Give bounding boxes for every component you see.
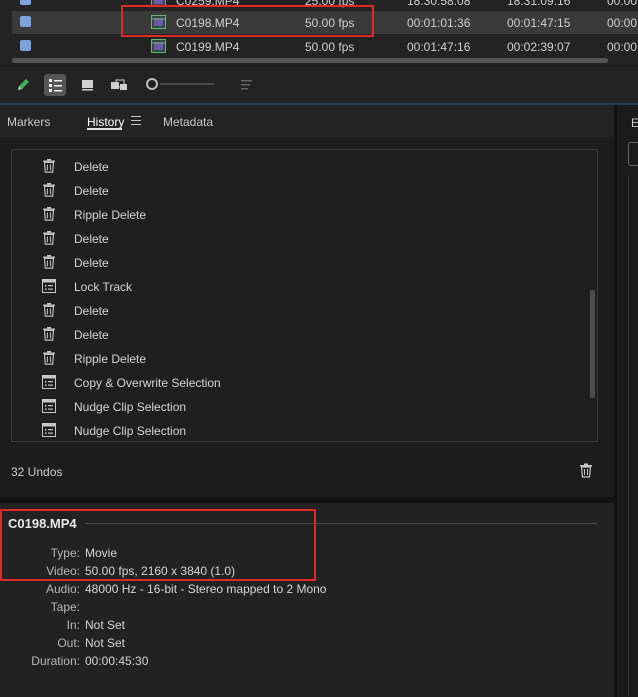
history-scrollbar[interactable]: [590, 290, 595, 398]
history-item[interactable]: Delete: [42, 302, 562, 322]
icon-view-icon[interactable]: [77, 74, 99, 96]
clip-in: 00:01:01:36: [407, 16, 471, 30]
list-panel-icon: [42, 423, 56, 437]
history-item-label: Ripple Delete: [74, 352, 147, 366]
history-item[interactable]: Delete: [42, 158, 562, 178]
clip-duration: 00:00:: [607, 16, 638, 30]
history-item[interactable]: Delete: [42, 182, 562, 202]
clip-duration: 00:00:: [607, 0, 638, 8]
history-item[interactable]: Copy & Overwrite Selection: [42, 374, 562, 394]
highlight-box-selected-clip: [121, 5, 374, 37]
clip-out: 00:01:47:15: [507, 16, 571, 30]
trash-icon: [42, 183, 56, 197]
info-label: Out:: [57, 636, 80, 650]
info-value: 48000 Hz - 16-bit - Stereo mapped to 2 M…: [85, 582, 327, 596]
history-item-label: Delete: [74, 328, 109, 342]
zoom-slider-knob[interactable]: [146, 78, 158, 90]
info-label: Duration:: [31, 654, 80, 668]
tab-metadata[interactable]: Metadata: [163, 115, 213, 129]
history-item[interactable]: Delete: [42, 230, 562, 250]
info-label: In:: [66, 618, 80, 632]
history-item-label: Ripple Delete: [74, 208, 147, 222]
history-item[interactable]: Nudge Clip Selection: [42, 422, 562, 442]
list-view-icon[interactable]: [44, 74, 66, 96]
info-label: Audio:: [45, 582, 80, 596]
list-panel-icon: [42, 279, 56, 293]
history-item-label: Delete: [74, 304, 109, 318]
clip-duration: 00:00:: [607, 40, 638, 54]
trash-icon: [42, 255, 56, 269]
project-row[interactable]: C0199.MP4 50.00 fps 00:01:47:16 00:02:39…: [12, 35, 638, 58]
trash-icon[interactable]: [579, 463, 593, 478]
history-item-label: Nudge Clip Selection: [74, 424, 187, 438]
project-toolbar: [0, 66, 638, 104]
history-item-label: Delete: [74, 160, 109, 174]
clip-fps: 50.00 fps: [305, 40, 355, 54]
active-tab-underline: [87, 128, 122, 130]
history-item-label: Lock Track: [74, 280, 133, 294]
row-checkbox[interactable]: [20, 40, 31, 51]
history-item-label: Copy & Overwrite Selection: [74, 376, 221, 390]
trash-icon: [42, 327, 56, 341]
row-checkbox[interactable]: [20, 0, 31, 5]
trash-icon: [42, 303, 56, 317]
right-panel-tab[interactable]: E: [631, 116, 638, 130]
history-item[interactable]: Delete: [42, 254, 562, 274]
info-value: Not Set: [85, 636, 126, 650]
panel-menu-icon[interactable]: [131, 116, 141, 128]
info-value: Not Set: [85, 618, 126, 632]
zoom-slider-track[interactable]: [160, 83, 214, 85]
history-item[interactable]: Ripple Delete: [42, 206, 562, 226]
history-item[interactable]: Delete: [42, 326, 562, 346]
trash-icon: [42, 351, 56, 365]
horizontal-scrollbar[interactable]: [12, 58, 608, 63]
info-value: 00:00:45:30: [85, 654, 149, 668]
history-item-label: Nudge Clip Selection: [74, 400, 187, 414]
pencil-icon[interactable]: [12, 74, 34, 96]
row-checkbox[interactable]: [20, 16, 31, 27]
right-panel-control[interactable]: [628, 142, 638, 166]
clip-name: C0199.MP4: [176, 40, 240, 54]
history-item-label: Delete: [74, 232, 109, 246]
trash-icon: [42, 231, 56, 245]
tab-history[interactable]: History: [87, 115, 124, 129]
freeform-view-icon[interactable]: [108, 74, 130, 96]
clip-in: 18:30:58:08: [407, 0, 471, 8]
highlight-box-clip-info: [0, 509, 316, 581]
history-item-label: Delete: [74, 256, 109, 270]
info-label: Tape:: [50, 600, 80, 614]
clip-out: 00:02:39:07: [507, 40, 571, 54]
undos-count: 32 Undos: [11, 465, 63, 479]
trash-icon: [42, 159, 56, 173]
list-panel-icon: [42, 399, 56, 413]
trash-icon: [42, 207, 56, 221]
clip-out: 18:31:09:16: [507, 0, 571, 8]
sort-icon[interactable]: [236, 74, 258, 96]
right-panel-content: [628, 176, 638, 696]
history-item[interactable]: Ripple Delete: [42, 350, 562, 370]
history-item[interactable]: Lock Track: [42, 278, 562, 298]
clip-in: 00:01:47:16: [407, 40, 471, 54]
panel-tabs: Markers History Metadata: [0, 105, 614, 137]
video-clip-icon: [151, 39, 166, 53]
tab-markers[interactable]: Markers: [7, 115, 50, 129]
list-panel-icon: [42, 375, 56, 389]
history-item[interactable]: Nudge Clip Selection: [42, 398, 562, 418]
history-item-label: Delete: [74, 184, 109, 198]
